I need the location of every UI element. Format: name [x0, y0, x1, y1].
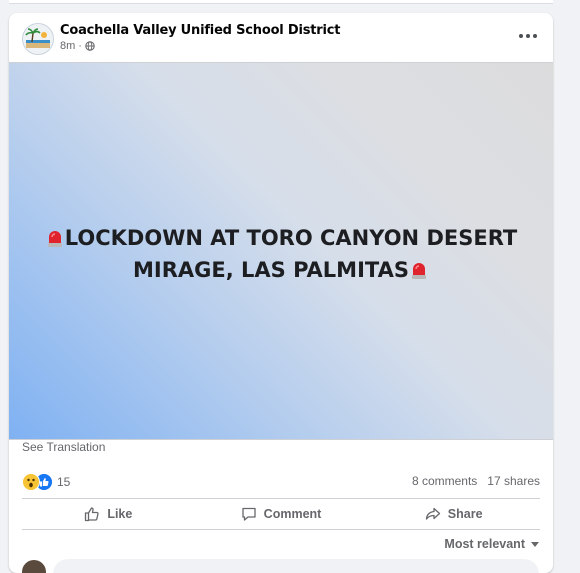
see-translation-link[interactable]: See Translation [22, 440, 105, 454]
page-avatar[interactable] [22, 23, 54, 55]
image-text-line2: MIRAGE, LAS PALMITAS [133, 258, 409, 282]
action-bar: Like Comment Share [22, 500, 540, 528]
like-button[interactable]: Like [22, 500, 195, 528]
post-card: Coachella Valley Unified School District… [9, 13, 553, 573]
post-meta: 8m · [60, 40, 95, 52]
comment-sort-dropdown[interactable]: Most relevant [444, 537, 539, 551]
image-text-line1: LOCKDOWN AT TORO CANYON DESERT [64, 226, 518, 250]
district-logo-icon [23, 24, 53, 54]
page-name-link[interactable]: Coachella Valley Unified School District [60, 23, 340, 38]
post-time[interactable]: 8m [60, 40, 75, 52]
thumbs-up-icon [85, 507, 99, 522]
reaction-count: 15 [57, 475, 71, 489]
comment-icon [242, 507, 256, 521]
comments-count-link[interactable]: 8 comments [412, 474, 477, 488]
more-options-button[interactable] [517, 29, 539, 43]
post-stats: 8 comments 17 shares [412, 474, 540, 488]
more-dot [533, 34, 537, 38]
comment-input[interactable] [53, 559, 539, 573]
divider [22, 529, 540, 530]
share-label: Share [447, 507, 483, 521]
like-label: Like [107, 507, 133, 521]
siren-icon [411, 263, 426, 279]
share-button[interactable]: Share [367, 500, 540, 528]
meta-separator: · [78, 40, 82, 52]
post-header: Coachella Valley Unified School District… [9, 13, 553, 63]
post-image-text: LOCKDOWN AT TORO CANYON DESERT MIRAGE, L… [9, 222, 553, 286]
reactions-summary[interactable]: 15 [22, 473, 70, 491]
share-arrow-icon [425, 507, 440, 520]
sort-label: Most relevant [444, 537, 525, 551]
user-avatar[interactable] [22, 560, 46, 573]
comment-button[interactable]: Comment [195, 500, 368, 528]
divider [22, 498, 540, 499]
more-dot [526, 34, 530, 38]
post-image[interactable]: LOCKDOWN AT TORO CANYON DESERT MIRAGE, L… [9, 62, 553, 440]
wow-icon [22, 473, 40, 491]
shares-count-link[interactable]: 17 shares [487, 474, 540, 488]
chevron-down-icon [531, 541, 539, 547]
comment-label: Comment [263, 507, 322, 521]
globe-icon [85, 41, 95, 51]
more-dots-icon [519, 34, 523, 38]
siren-icon [47, 231, 62, 247]
previous-post-edge [9, 0, 553, 4]
